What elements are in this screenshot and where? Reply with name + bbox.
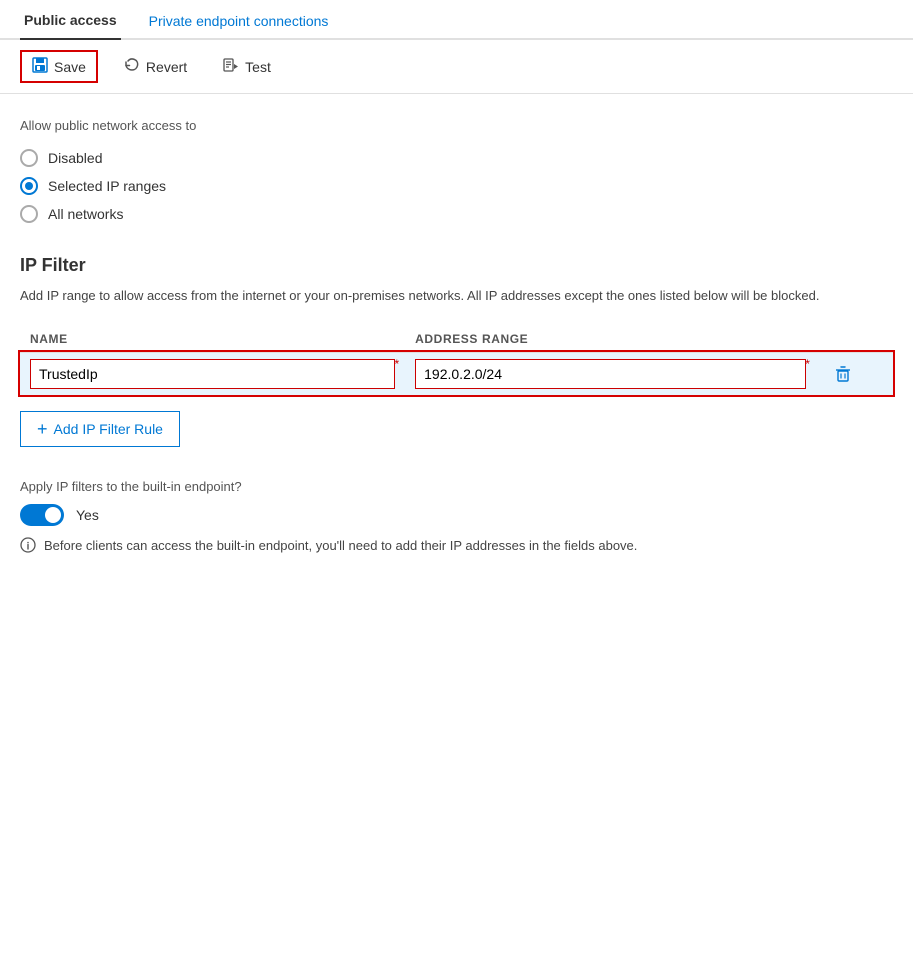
network-access-options: Disabled Selected IP ranges All networks — [20, 149, 893, 223]
revert-button[interactable]: Revert — [114, 52, 197, 81]
address-cell: * — [405, 352, 816, 395]
tab-private-endpoint[interactable]: Private endpoint connections — [145, 1, 333, 39]
radio-disabled[interactable]: Disabled — [20, 149, 893, 167]
address-range-input[interactable] — [415, 359, 806, 389]
table-header-row: NAME ADDRESS RANGE — [20, 326, 893, 353]
add-ip-filter-rule-button[interactable]: + Add IP Filter Rule — [20, 411, 180, 447]
radio-selected-ip-circle — [20, 177, 38, 195]
save-icon — [32, 57, 48, 76]
name-required-star: * — [394, 357, 399, 371]
test-label: Test — [245, 59, 271, 75]
radio-all-networks[interactable]: All networks — [20, 205, 893, 223]
ip-filter-table: NAME ADDRESS RANGE * * — [20, 326, 893, 395]
column-header-action — [816, 326, 893, 353]
table-row: * * — [20, 352, 893, 395]
column-header-name: NAME — [20, 326, 405, 353]
add-rule-label: Add IP Filter Rule — [54, 421, 163, 437]
toggle-row: Yes — [20, 504, 893, 526]
apply-label: Apply IP filters to the built-in endpoin… — [20, 479, 893, 494]
toggle-label: Yes — [76, 507, 99, 523]
main-content: Allow public network access to Disabled … — [0, 94, 913, 595]
tabs-container: Public access Private endpoint connectio… — [0, 0, 913, 40]
test-icon — [223, 57, 239, 76]
revert-label: Revert — [146, 59, 187, 75]
built-in-endpoint-toggle[interactable] — [20, 504, 64, 526]
test-button[interactable]: Test — [213, 52, 281, 81]
apply-section: Apply IP filters to the built-in endpoin… — [20, 479, 893, 556]
revert-icon — [124, 57, 140, 76]
radio-selected-ip-ranges[interactable]: Selected IP ranges — [20, 177, 893, 195]
delete-rule-button[interactable] — [826, 361, 860, 387]
save-button[interactable]: Save — [20, 50, 98, 83]
radio-all-networks-label: All networks — [48, 206, 123, 222]
ip-filter-title: IP Filter — [20, 255, 893, 276]
delete-cell — [816, 352, 893, 395]
column-header-address: ADDRESS RANGE — [405, 326, 816, 353]
toolbar: Save Revert Test — [0, 40, 913, 94]
address-required-star: * — [805, 357, 810, 371]
network-access-label: Allow public network access to — [20, 118, 893, 133]
radio-disabled-label: Disabled — [48, 150, 102, 166]
ip-filter-section: IP Filter Add IP range to allow access f… — [20, 255, 893, 447]
radio-selected-ip-label: Selected IP ranges — [48, 178, 166, 194]
info-text-container: Before clients can access the built-in e… — [20, 536, 860, 556]
radio-disabled-circle — [20, 149, 38, 167]
info-text: Before clients can access the built-in e… — [44, 536, 637, 556]
info-icon — [20, 537, 36, 553]
trash-icon — [834, 365, 852, 383]
tab-public-access[interactable]: Public access — [20, 0, 121, 40]
ip-filter-description: Add IP range to allow access from the in… — [20, 286, 840, 306]
add-icon: + — [37, 420, 48, 438]
save-label: Save — [54, 59, 86, 75]
name-input[interactable] — [30, 359, 395, 389]
radio-all-networks-circle — [20, 205, 38, 223]
name-cell: * — [20, 352, 405, 395]
